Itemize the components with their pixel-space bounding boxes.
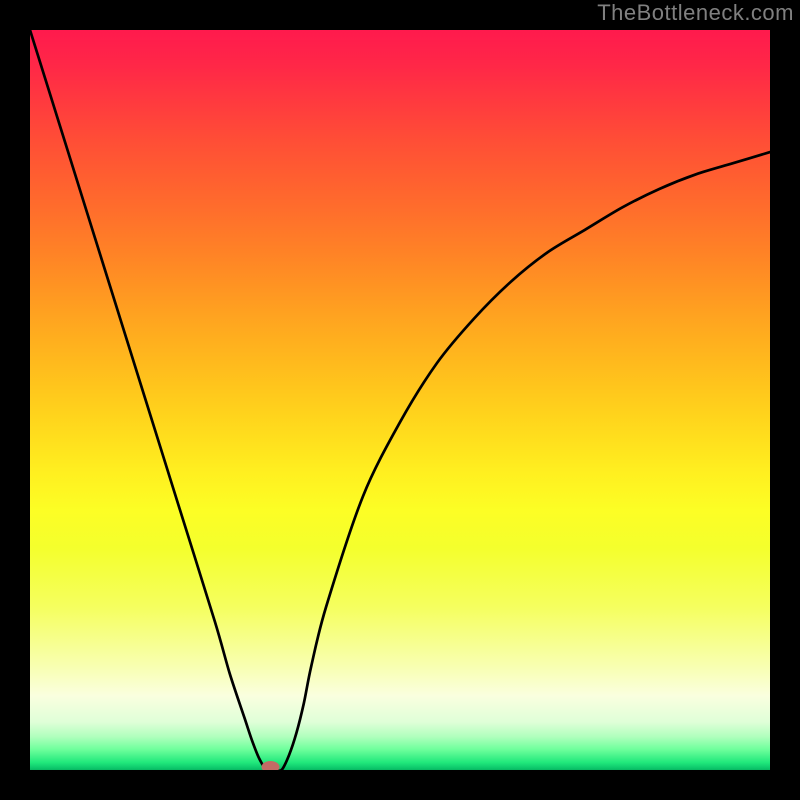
chart-background bbox=[30, 30, 770, 770]
watermark-text: TheBottleneck.com bbox=[597, 0, 794, 26]
bottleneck-chart bbox=[30, 30, 770, 770]
chart-frame: TheBottleneck.com bbox=[0, 0, 800, 800]
